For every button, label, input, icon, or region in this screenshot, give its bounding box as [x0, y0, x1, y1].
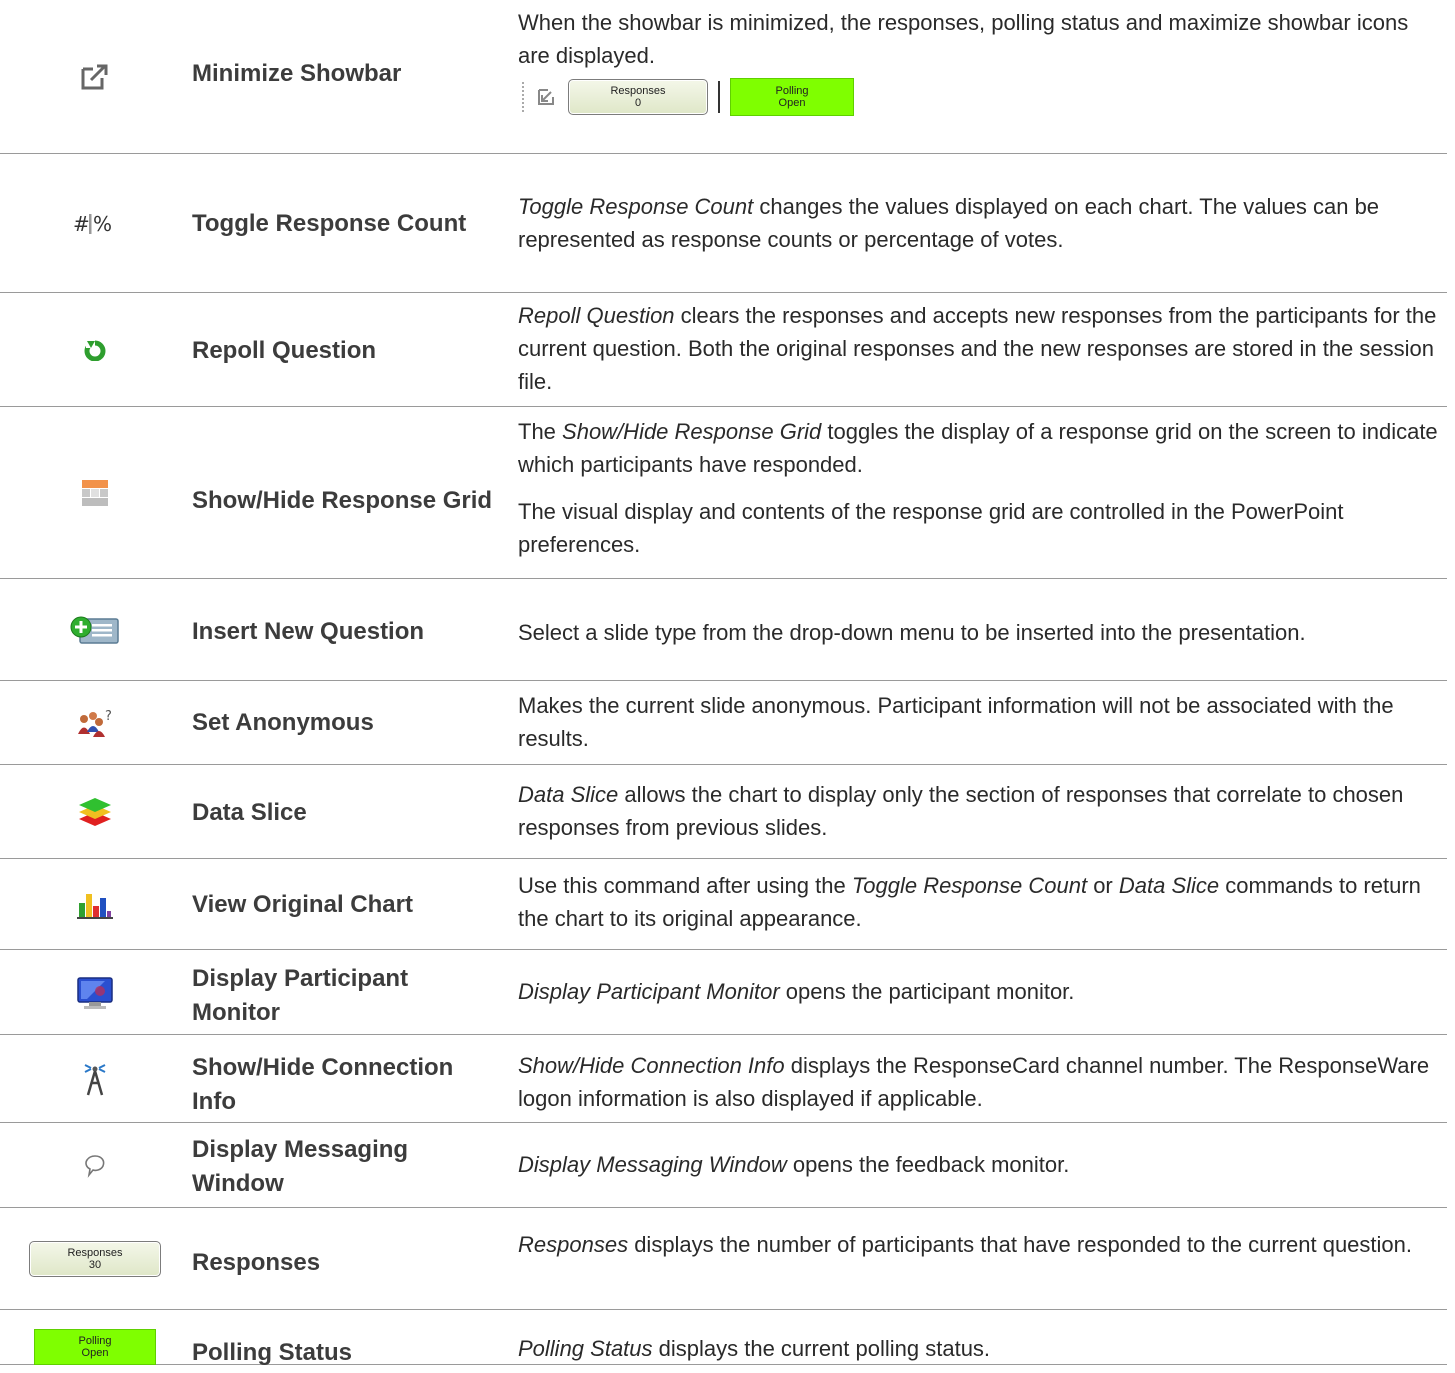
command-name: Display Messaging Window [192, 1136, 409, 1197]
maximize-showbar-icon[interactable] [536, 87, 558, 107]
anonymous-users-icon: ? [78, 709, 112, 737]
insert-question-icon [70, 616, 119, 644]
command-description: The Show/Hide Response Grid toggles the … [518, 419, 1438, 477]
command-name: View Original Chart [192, 891, 413, 918]
command-name: Responses [192, 1249, 321, 1276]
command-description: Data Slice allows the chart to display o… [518, 782, 1404, 840]
minimized-showbar-preview: Responses 0 Polling Open [518, 78, 1443, 116]
command-name: Data Slice [192, 799, 307, 826]
command-description: Display Messaging Window opens the feedb… [518, 1152, 1070, 1177]
table-row: View Original Chart Use this command aft… [0, 859, 1447, 950]
command-description: Display Participant Monitor opens the pa… [518, 979, 1075, 1004]
table-row: # % Toggle Response Count Toggle Respons… [0, 154, 1447, 293]
hash-percent-icon: # % [73, 212, 112, 236]
response-grid-icon [82, 480, 108, 506]
command-description: Makes the current slide anonymous. Parti… [518, 693, 1394, 751]
command-name: Insert New Question [192, 618, 425, 645]
separator [718, 81, 720, 113]
command-name: Set Anonymous [192, 709, 374, 736]
table-row: Insert New Question Select a slide type … [0, 579, 1447, 681]
command-name: Minimize Showbar [192, 60, 402, 87]
command-description: Repoll Question clears the responses and… [518, 303, 1437, 394]
table-row: Display Messaging Window Display Messagi… [0, 1123, 1447, 1208]
command-description: When the showbar is minimized, the respo… [518, 10, 1409, 68]
command-name: Show/Hide Response Grid [192, 487, 493, 514]
speech-bubble-icon [85, 1154, 105, 1178]
svg-text:?: ? [105, 709, 112, 724]
bar-chart-icon [77, 893, 113, 919]
table-row: Data Slice Data Slice allows the chart t… [0, 765, 1447, 859]
command-description: Use this command after using the Toggle … [518, 873, 1421, 931]
repoll-icon [84, 339, 106, 361]
table-row: Show/Hide Response Grid The Show/Hide Re… [0, 407, 1447, 579]
monitor-icon [77, 976, 113, 1009]
command-name: Show/Hide Connection Info [192, 1054, 454, 1115]
command-description: Show/Hide Connection Info displays the R… [518, 1053, 1430, 1111]
command-description-note: The visual display and contents of the r… [518, 499, 1344, 557]
polling-status-box[interactable]: Polling Open [730, 78, 854, 116]
grip-dots [522, 82, 526, 112]
table-row: Polling Open Polling Status Polling Stat… [0, 1310, 1447, 1366]
command-name: Toggle Response Count [192, 210, 467, 237]
command-name: Polling Status [192, 1339, 353, 1366]
table-row: Responses 30 Responses Responses display… [0, 1208, 1447, 1310]
svg-text:%: % [93, 212, 112, 236]
table-row: ? Set Anonymous Makes the current slide … [0, 681, 1447, 765]
svg-text:#: # [73, 212, 90, 236]
table-row: Minimize Showbar When the showbar is min… [0, 0, 1447, 154]
responses-button[interactable]: Responses 0 [568, 79, 708, 115]
command-description: Select a slide type from the drop-down m… [518, 620, 1306, 645]
responses-button-icon: Responses 30 [29, 1241, 161, 1277]
table-row: Repoll Question Repoll Question clears t… [0, 293, 1447, 407]
command-description: Toggle Response Count changes the values… [518, 194, 1380, 252]
minimize-arrow-icon [81, 64, 108, 90]
command-name: Repoll Question [192, 337, 377, 364]
data-slice-icon [79, 798, 111, 826]
antenna-icon [84, 1064, 106, 1096]
command-name: Display Participant Monitor [192, 965, 409, 1026]
command-description: Responses displays the number of partici… [518, 1232, 1412, 1257]
polling-status-icon: Polling Open [34, 1329, 156, 1365]
table-row: Display Participant Monitor Display Part… [0, 950, 1447, 1035]
table-row: Show/Hide Connection Info Show/Hide Conn… [0, 1035, 1447, 1123]
command-description: Polling Status displays the current poll… [518, 1336, 991, 1361]
